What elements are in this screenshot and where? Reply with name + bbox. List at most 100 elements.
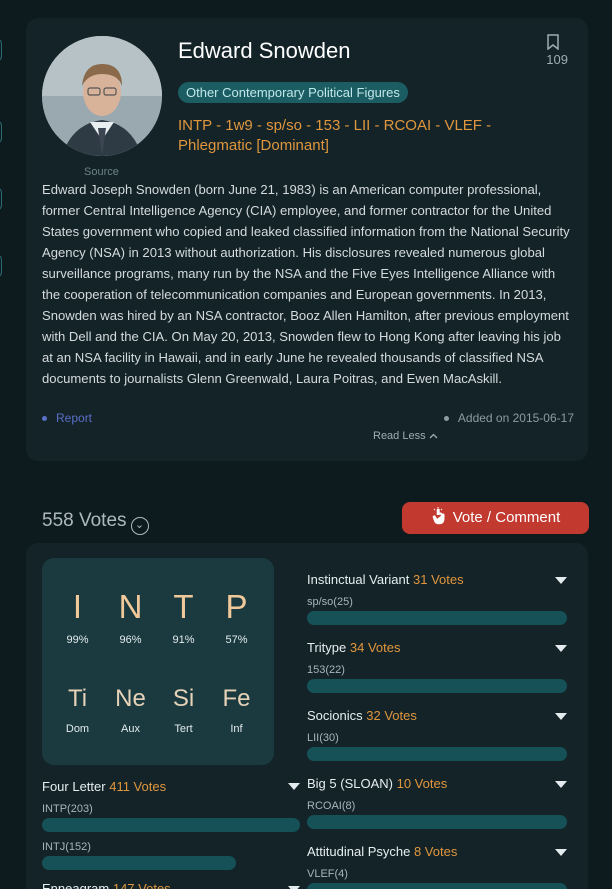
type-letter-pct: 96% <box>119 634 142 646</box>
vote-bar <box>307 883 567 889</box>
bio-text: Edward Joseph Snowden (born June 21, 198… <box>42 182 570 386</box>
type-summary-box: I 99% N 96% T 91% P 57% Ti Dom Ne Aux Si Tert F… <box>42 558 274 765</box>
added-date-label: Added on 2015-06-17 <box>457 411 574 425</box>
vote-bar <box>42 856 236 870</box>
section-title[interactable]: Enneagram 147 Votes <box>42 881 300 889</box>
function-name: Ti <box>67 685 88 712</box>
votes-total-label: 558 Votes <box>42 510 127 531</box>
report-link[interactable]: Report <box>42 411 92 425</box>
votes-card: I 99% N 96% T 91% P 57% Ti Dom Ne Aux Si Tert F… <box>26 543 588 889</box>
type-letter-n: N 96% <box>104 588 157 646</box>
section-title-text: Big 5 (SLOAN) <box>307 776 393 791</box>
report-dot-icon <box>42 416 47 422</box>
section-title-text: Attitudinal Psyche <box>307 844 411 859</box>
function-fe: Fe Inf <box>210 685 263 735</box>
section-enneagram: Enneagram 147 Votes <box>42 881 300 889</box>
side-nav-dot[interactable] <box>0 187 2 211</box>
option-label: RCOAI(8) <box>307 800 356 812</box>
typecode-summary: INTP - 1w9 - sp/so - 153 - LII - RCOAI -… <box>178 117 492 154</box>
function-role: Inf <box>230 723 243 735</box>
section-vote-count: 31 Votes <box>413 572 464 587</box>
source-link[interactable]: Source <box>84 166 119 178</box>
option-label: sp/so(25) <box>307 596 353 608</box>
section-tritype: Tritype 34 Votes 153(22) <box>307 640 567 693</box>
avatar <box>42 36 162 156</box>
section-title[interactable]: Attitudinal Psyche 8 Votes <box>307 844 567 859</box>
section-four-letter: Four Letter 411 Votes INTP(203) INTJ(152… <box>42 779 300 870</box>
section-title[interactable]: Tritype 34 Votes <box>307 640 567 655</box>
section-attitudinal-psyche: Attitudinal Psyche 8 Votes VLEF(4) <box>307 844 567 889</box>
section-title[interactable]: Instinctual Variant 31 Votes <box>307 572 567 587</box>
function-role: Aux <box>121 723 140 735</box>
vote-bar <box>307 611 567 625</box>
type-letter: P <box>225 588 248 625</box>
section-vote-count: 34 Votes <box>349 640 401 655</box>
bookmark-icon <box>547 34 559 51</box>
vote-comment-button[interactable]: Vote / Comment <box>402 502 589 534</box>
report-label: Report <box>56 411 93 425</box>
votes-total[interactable]: 558 Votes ⌄ <box>42 510 149 535</box>
section-vote-count: 8 Votes <box>413 844 458 859</box>
function-ti: Ti Dom <box>51 685 104 735</box>
vote-bar <box>307 747 567 761</box>
category-badge[interactable]: Other Contemporary Political Figures <box>178 82 408 103</box>
caret-down-icon[interactable] <box>555 849 567 856</box>
section-instinctual-variant: Instinctual Variant 31 Votes sp/so(25) <box>307 572 567 625</box>
section-vote-count: 32 Votes <box>366 708 417 723</box>
type-letter: I <box>72 588 83 625</box>
section-vote-count: 147 Votes <box>112 881 171 889</box>
side-nav-dot[interactable] <box>0 254 2 278</box>
vote-bar <box>42 818 300 832</box>
type-letter-pct: 57% <box>225 634 248 646</box>
caret-down-icon[interactable] <box>288 783 300 790</box>
type-letter: T <box>173 588 194 625</box>
function-name: Ne <box>115 685 146 712</box>
profile-name: Edward Snowden <box>178 38 351 63</box>
section-title-text: Instinctual Variant <box>307 572 410 587</box>
function-role: Tert <box>174 723 193 735</box>
section-vote-count: 411 Votes <box>109 779 167 794</box>
function-name: Si <box>172 685 195 712</box>
function-si: Si Tert <box>157 685 210 735</box>
type-letter-i: I 99% <box>51 588 104 646</box>
added-dot-icon <box>443 416 449 422</box>
option-label: LII(30) <box>307 732 339 744</box>
tap-icon <box>432 507 445 525</box>
portrait-image <box>42 36 162 156</box>
chevron-down-icon[interactable]: ⌄ <box>130 517 149 535</box>
caret-down-icon[interactable] <box>555 577 567 584</box>
side-nav-dot[interactable] <box>0 120 2 144</box>
section-big-five: Big 5 (SLOAN) 10 Votes RCOAI(8) <box>307 776 567 829</box>
profile-card: Source Edward Snowden 109 Other Contempo… <box>26 18 588 461</box>
chevron-up-icon <box>429 433 438 439</box>
option-label: VLEF(4) <box>307 868 348 880</box>
section-title-text: Tritype <box>307 640 347 655</box>
type-letter-pct: 91% <box>172 634 195 646</box>
side-nav-dot[interactable] <box>0 38 2 62</box>
function-role: Dom <box>65 723 90 735</box>
vote-bar <box>307 679 567 693</box>
section-title[interactable]: Socionics 32 Votes <box>307 708 567 723</box>
function-ne: Ne Aux <box>104 685 157 735</box>
vote-bar <box>307 815 567 829</box>
section-socionics: Socionics 32 Votes LII(30) <box>307 708 567 761</box>
option-label: INTJ(152) <box>42 841 91 853</box>
read-less-button[interactable]: Read Less <box>373 430 438 442</box>
section-title[interactable]: Four Letter 411 Votes <box>42 779 300 794</box>
caret-down-icon[interactable] <box>555 781 567 788</box>
caret-down-icon[interactable] <box>555 645 567 652</box>
read-less-label: Read Less <box>373 430 426 442</box>
bookmark-count: 109 <box>546 52 568 67</box>
section-title-text: Socionics <box>307 708 363 723</box>
type-letter: N <box>118 588 143 625</box>
section-vote-count: 10 Votes <box>396 776 448 791</box>
section-title[interactable]: Big 5 (SLOAN) 10 Votes <box>307 776 567 791</box>
section-title-text: Four Letter <box>42 779 106 794</box>
option-label: INTP(203) <box>42 803 93 815</box>
caret-down-icon[interactable] <box>555 713 567 720</box>
type-letter-t: T 91% <box>157 588 210 646</box>
type-letter-p: P 57% <box>210 588 263 646</box>
function-name: Fe <box>222 685 251 712</box>
added-date: Added on 2015-06-17 <box>443 411 574 425</box>
option-label: 153(22) <box>307 664 345 676</box>
